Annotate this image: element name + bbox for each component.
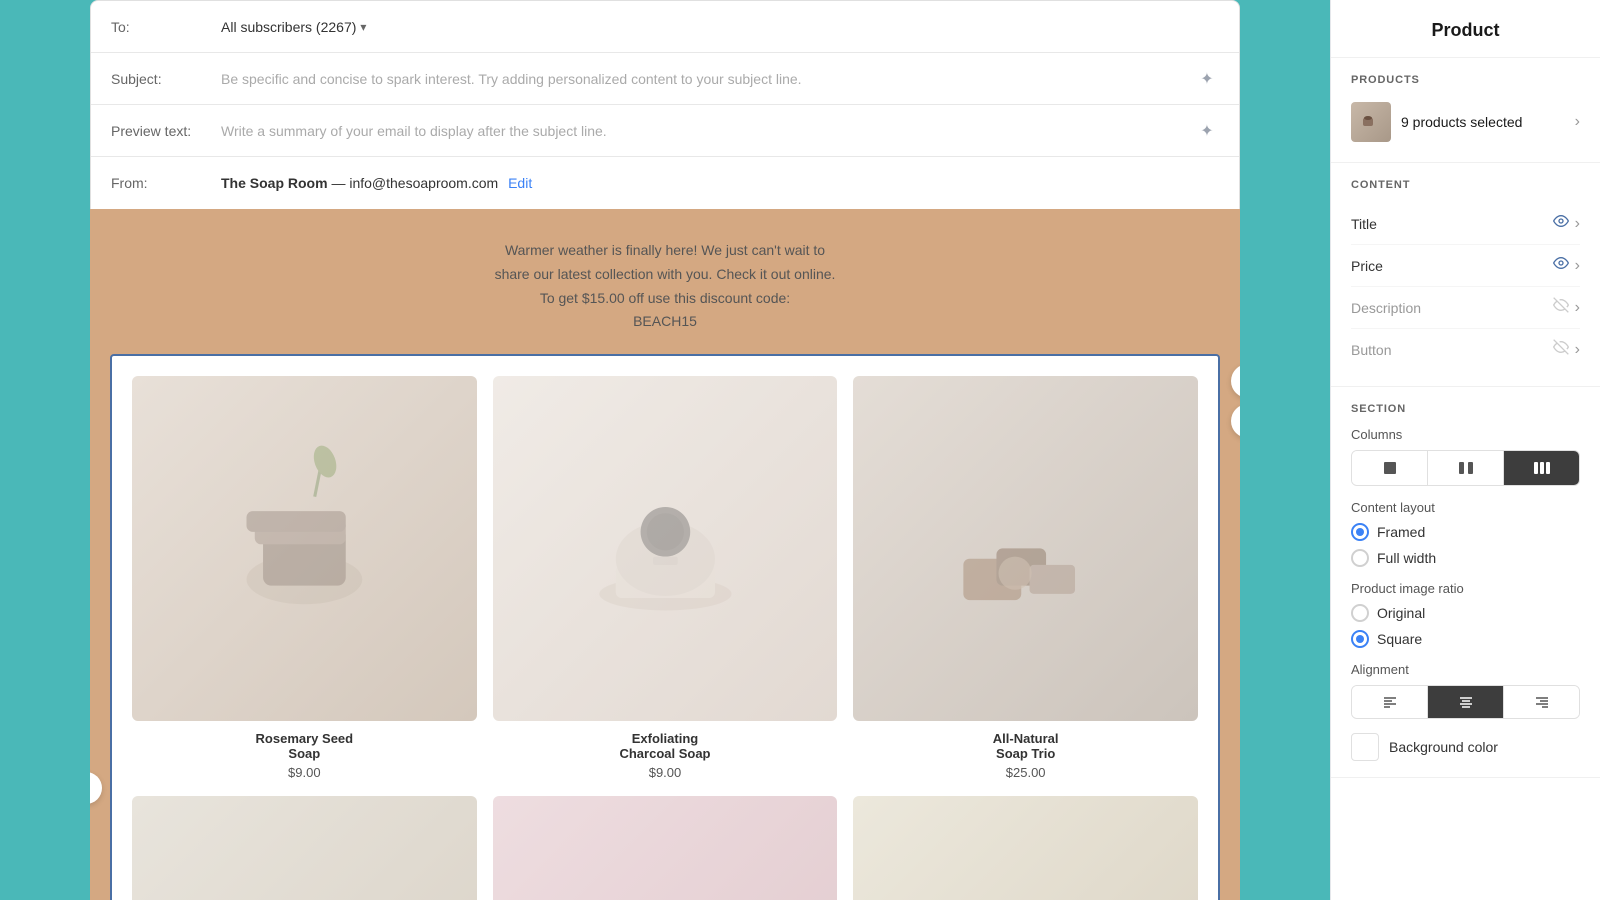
preview-ai-icon[interactable]: ✦ (1195, 119, 1219, 143)
block-controls-right (1231, 364, 1240, 438)
ratio-square[interactable]: Square (1351, 630, 1580, 648)
subject-label: Subject: (111, 71, 221, 87)
to-value[interactable]: All subscribers (2267) ▾ (221, 19, 366, 35)
delete-button[interactable] (1231, 404, 1240, 438)
bg-color-swatch[interactable] (1351, 733, 1379, 761)
align-center-button[interactable] (1428, 686, 1504, 718)
image-ratio-label: Product image ratio (1351, 581, 1580, 596)
product-block-container: ⠿ (110, 354, 1220, 900)
section-heading: SECTION (1351, 403, 1580, 415)
ratio-square-radio (1351, 630, 1369, 648)
product-price: $9.00 (288, 765, 321, 780)
panel-title: Product (1331, 0, 1600, 58)
product-card: Rose Petal Artisinal Soap$15.00 (493, 796, 838, 900)
product-image (132, 376, 477, 721)
editor-area: To: All subscribers (2267) ▾ Subject: Be… (0, 0, 1330, 900)
product-image (493, 796, 838, 900)
alignment-selector (1351, 685, 1580, 719)
layout-fullwidth-radio (1351, 549, 1369, 567)
subject-ai-icon[interactable]: ✦ (1195, 67, 1219, 91)
image-ratio-group: Original Square (1351, 604, 1580, 648)
button-chevron-icon: › (1575, 341, 1580, 359)
preview-row: Preview text: Write a summary of your em… (91, 105, 1239, 157)
layout-framed[interactable]: Framed (1351, 523, 1580, 541)
preview-input[interactable]: Write a summary of your email to display… (221, 123, 1195, 139)
content-layout-group: Framed Full width (1351, 523, 1580, 567)
column-3-button[interactable] (1504, 451, 1579, 485)
price-chevron-icon: › (1575, 257, 1580, 275)
bg-color-label: Background color (1389, 739, 1498, 755)
content-item-description[interactable]: Description › (1351, 287, 1580, 329)
to-row: To: All subscribers (2267) ▾ (91, 1, 1239, 53)
from-value: The Soap Room — info@thesoaproom.com Edi… (221, 175, 1219, 191)
content-section: CONTENT Title › Price › Descriptio (1331, 163, 1600, 387)
content-item-button[interactable]: Button › (1351, 329, 1580, 370)
content-layout-label: Content layout (1351, 500, 1580, 515)
description-eye-off-icon (1553, 297, 1569, 318)
align-right-button[interactable] (1504, 686, 1579, 718)
right-panel: Product PRODUCTS 9 products selected › C… (1330, 0, 1600, 900)
section-settings: SECTION Columns Content layout (1331, 387, 1600, 778)
email-header: To: All subscribers (2267) ▾ Subject: Be… (90, 0, 1240, 209)
ratio-original[interactable]: Original (1351, 604, 1580, 622)
layout-fullwidth[interactable]: Full width (1351, 549, 1580, 567)
product-card: All-Natural Soap Trio $25.00 (853, 376, 1198, 780)
to-label: To: (111, 19, 221, 35)
align-left-button[interactable] (1352, 686, 1428, 718)
subject-input[interactable]: Be specific and concise to spark interes… (221, 71, 1195, 87)
title-eye-icon (1553, 213, 1569, 234)
from-row: From: The Soap Room — info@thesoaproom.c… (91, 157, 1239, 209)
product-card: Charcoal & Citrus Soap Bundle$15.00 (132, 796, 477, 900)
product-image (853, 796, 1198, 900)
from-edit-link[interactable]: Edit (508, 175, 532, 191)
columns-label: Columns (1351, 427, 1580, 442)
content-item-price[interactable]: Price › (1351, 245, 1580, 287)
product-card: Rosemary Seed Soap $9.00 (132, 376, 477, 780)
from-label: From: (111, 175, 221, 191)
product-price: $25.00 (1006, 765, 1046, 780)
column-2-button[interactable] (1428, 451, 1504, 485)
alignment-label: Alignment (1351, 662, 1580, 677)
products-section: PRODUCTS 9 products selected › (1331, 58, 1600, 163)
product-image (853, 376, 1198, 721)
product-name: All-Natural Soap Trio (993, 731, 1059, 761)
product-grid: Rosemary Seed Soap $9.00 Exfoliating Char… (132, 376, 1198, 900)
to-chevron-icon: ▾ (360, 20, 366, 34)
button-eye-off-icon (1553, 339, 1569, 360)
layout-framed-radio (1351, 523, 1369, 541)
product-grid-block: Rosemary Seed Soap $9.00 Exfoliating Char… (110, 354, 1220, 900)
content-item-title[interactable]: Title › (1351, 203, 1580, 245)
product-image (493, 376, 838, 721)
product-name: Exfoliating Charcoal Soap (619, 731, 710, 761)
email-content-wrapper: Warmer weather is finally here! We just … (90, 209, 1240, 900)
products-selected-text: 9 products selected (1401, 114, 1565, 130)
price-eye-icon (1553, 255, 1569, 276)
products-chevron-icon: › (1575, 113, 1580, 131)
products-selected-row[interactable]: 9 products selected › (1351, 98, 1580, 146)
product-name: Rosemary Seed Soap (256, 731, 354, 761)
drag-handle[interactable]: ⠿ (90, 772, 102, 804)
title-chevron-icon: › (1575, 215, 1580, 233)
block-controls-left: ⠿ (90, 772, 102, 804)
subject-row: Subject: Be specific and concise to spar… (91, 53, 1239, 105)
product-thumbnail (1351, 102, 1391, 142)
duplicate-button[interactable] (1231, 364, 1240, 398)
ratio-original-radio (1351, 604, 1369, 622)
bg-color-row[interactable]: Background color (1351, 733, 1580, 761)
columns-selector (1351, 450, 1580, 486)
content-heading: CONTENT (1351, 179, 1580, 191)
column-1-button[interactable] (1352, 451, 1428, 485)
email-body-text: Warmer weather is finally here! We just … (90, 209, 1240, 354)
product-price: $9.00 (649, 765, 682, 780)
description-chevron-icon: › (1575, 299, 1580, 317)
product-image (132, 796, 477, 900)
product-card: Exfoliating Charcoal Soap $9.00 (493, 376, 838, 780)
product-card: Natural Fruit Soap Trio$25.00 (853, 796, 1198, 900)
products-heading: PRODUCTS (1351, 74, 1580, 86)
preview-label: Preview text: (111, 123, 221, 139)
